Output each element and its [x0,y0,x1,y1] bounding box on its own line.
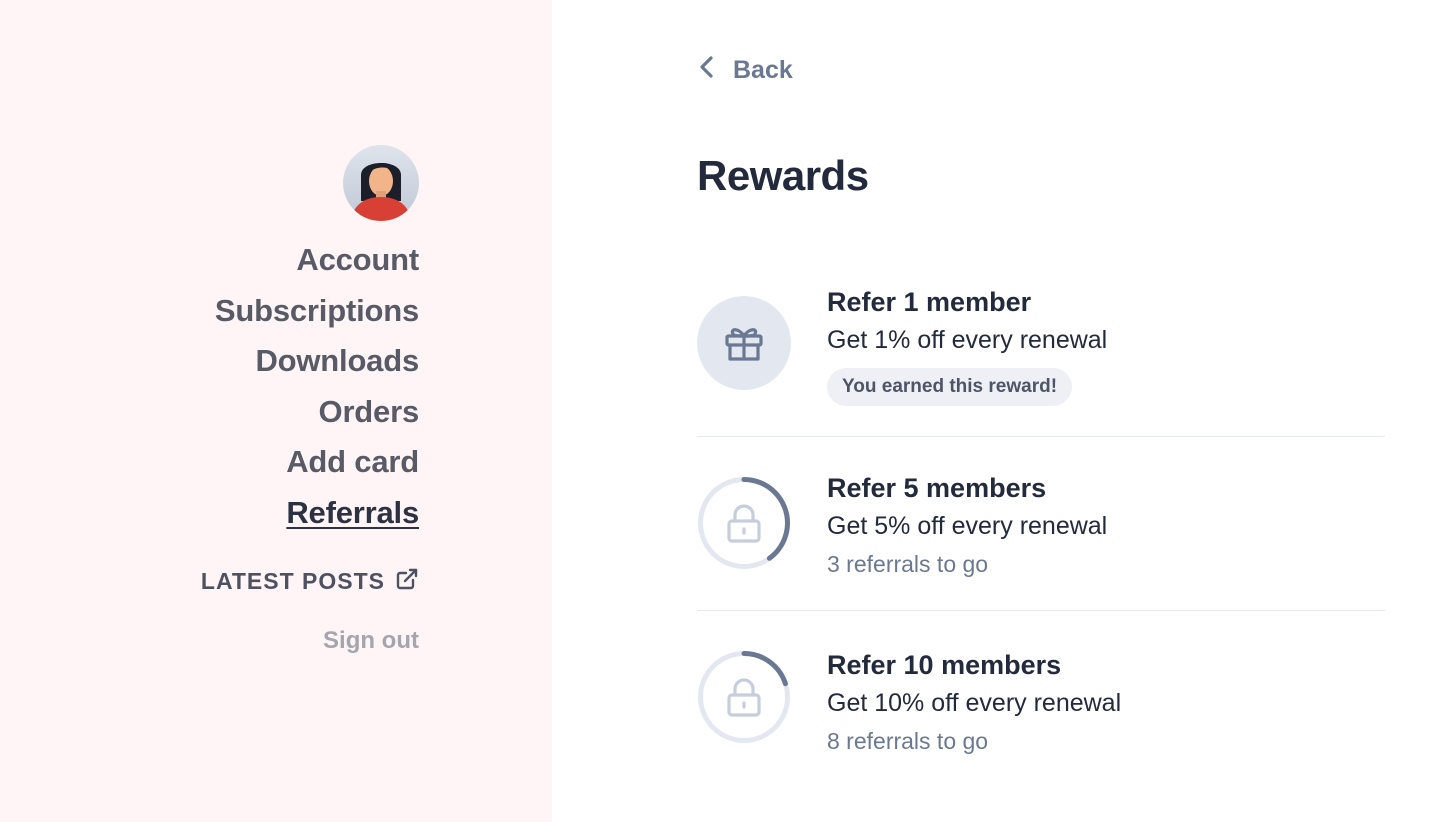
nav-referrals[interactable]: Referrals [286,488,419,539]
rewards-list: Refer 1 member Get 1% off every renewal … [697,270,1385,781]
reward-title: Refer 1 member [827,287,1032,317]
reward-item: Refer 1 member Get 1% off every renewal … [697,270,1385,437]
nav-orders[interactable]: Orders [319,387,420,438]
reward-title: Refer 10 members [827,650,1062,680]
referrals-to-go: 8 referrals to go [827,728,989,754]
page-title: Rewards [697,152,869,199]
nav-subscriptions[interactable]: Subscriptions [215,286,419,337]
reward-text: Refer 10 members Get 10% off every renew… [827,647,1121,759]
avatar[interactable] [343,145,419,221]
reward-description: Get 10% off every renewal [827,689,1122,717]
reward-item: Refer 10 members Get 10% off every renew… [697,611,1385,781]
nav-account[interactable]: Account [296,235,419,286]
back-button[interactable]: Back [697,54,793,87]
reward-text: Refer 1 member Get 1% off every renewal … [827,284,1107,406]
sign-out-link[interactable]: Sign out [323,627,419,655]
reward-title: Refer 5 members [827,473,1047,503]
chevron-left-icon [697,54,717,87]
back-label: Back [733,56,793,84]
progress-ring [697,650,791,744]
external-link-icon [395,567,419,597]
reward-text: Refer 5 members Get 5% off every renewal… [827,470,1107,582]
latest-posts-label: LATEST POSTS [200,568,385,595]
reward-item: Refer 5 members Get 5% off every renewal… [697,437,1385,611]
main-content: Back Rewards Refer 1 member Get 1% off e… [552,0,1440,822]
nav-downloads[interactable]: Downloads [255,336,419,387]
earned-badge: You earned this reward! [827,368,1073,406]
nav-add-card[interactable]: Add card [286,437,419,488]
progress-ring [697,476,791,570]
latest-posts-link[interactable]: LATEST POSTS [201,567,419,597]
reward-description: Get 1% off every renewal [827,326,1108,354]
reward-icon-circle [697,296,791,390]
referrals-to-go: 3 referrals to go [827,551,989,577]
reward-description: Get 5% off every renewal [827,512,1108,540]
sidebar: Account Subscriptions Downloads Orders A… [0,0,552,822]
sidebar-nav: Account Subscriptions Downloads Orders A… [201,145,419,655]
page: Account Subscriptions Downloads Orders A… [0,0,1440,822]
